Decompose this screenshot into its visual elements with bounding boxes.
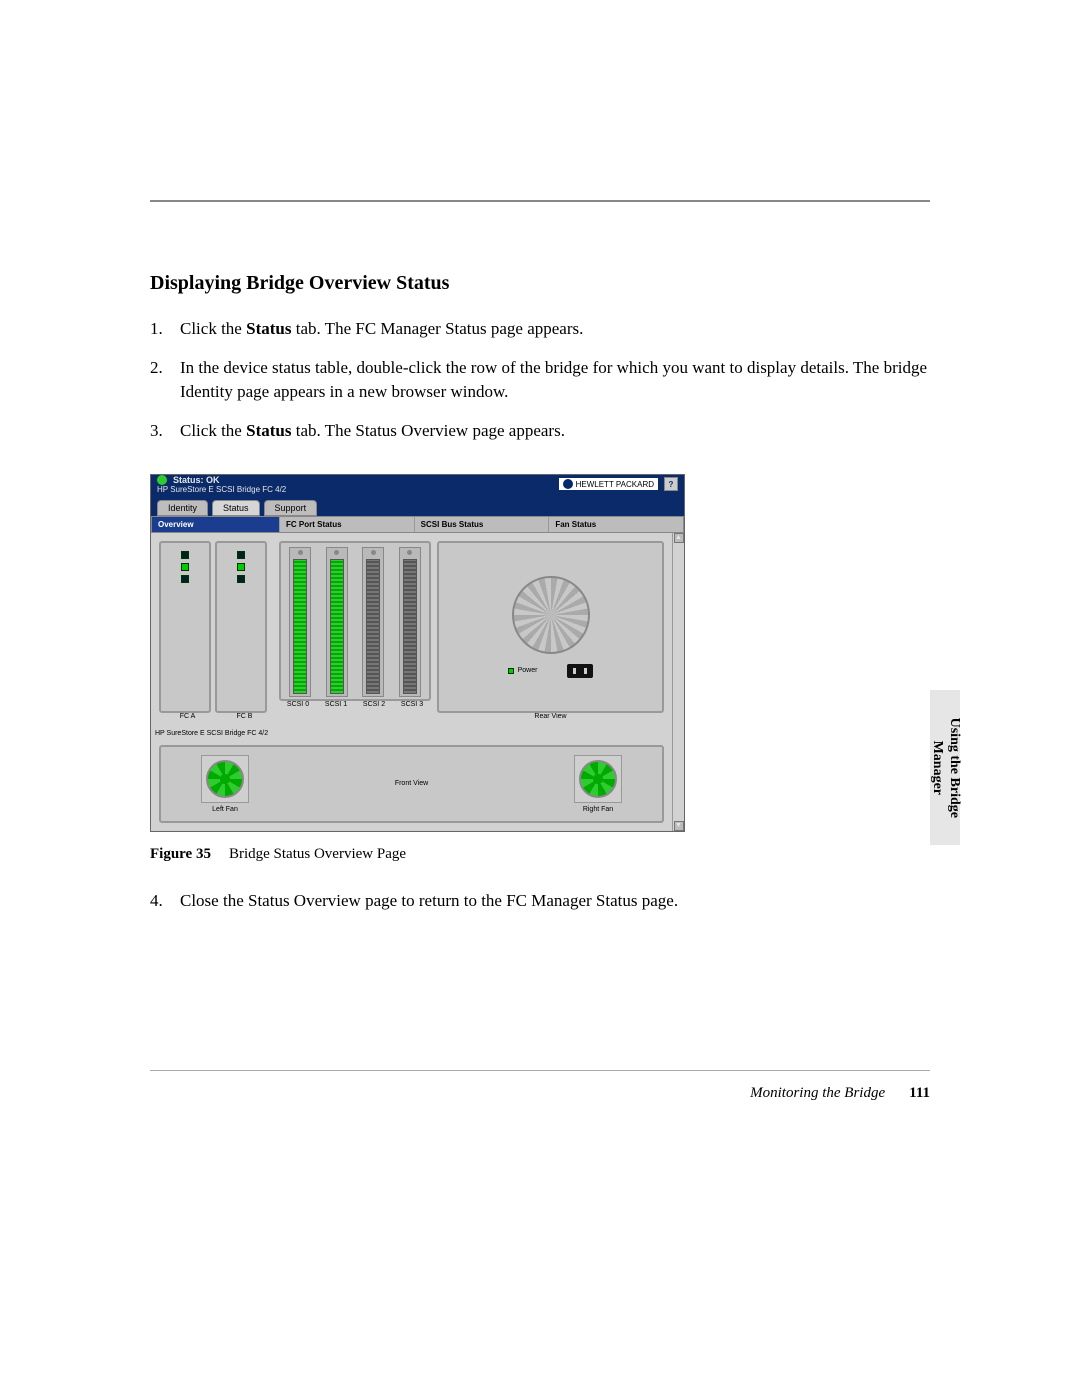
step-1-text-c: tab. The FC Manager Status page appears. <box>291 319 583 338</box>
fc-b-label: FC B <box>216 713 273 720</box>
scsi-slot-0[interactable] <box>289 547 311 697</box>
fc-module-b[interactable] <box>215 541 267 713</box>
led-icon <box>237 575 245 583</box>
scsi-1-label: SCSI 1 <box>317 701 355 708</box>
step-list: Click the Status tab. The FC Manager Sta… <box>150 317 930 444</box>
led-icon <box>181 551 189 559</box>
front-view-label: Front View <box>395 780 428 787</box>
scsi-2-label: SCSI 2 <box>355 701 393 708</box>
figure-caption-text: Bridge Status Overview Page <box>229 846 406 862</box>
led-icon <box>181 575 189 583</box>
col-overview[interactable]: Overview <box>152 517 280 532</box>
scroll-up-icon[interactable]: ▲ <box>674 533 684 543</box>
status-ok-icon <box>157 475 167 485</box>
step-1-text-a: Click the <box>180 319 246 338</box>
figure-caption: Figure 35 Bridge Status Overview Page <box>150 846 930 863</box>
power-plug-icon <box>567 664 593 678</box>
rear-view-label: Rear View <box>437 713 664 720</box>
right-fan-label: Right Fan <box>583 806 613 813</box>
scsi-group <box>279 541 431 701</box>
rear-fan-icon <box>512 576 590 654</box>
side-tab: Using the Bridge Manager <box>930 690 960 845</box>
power-led-icon <box>508 668 514 674</box>
led-icon <box>181 563 189 571</box>
device-caption: HP SureStore E SCSI Bridge FC 4/2 <box>151 728 672 739</box>
scsi-3-label: SCSI 3 <box>393 701 431 708</box>
tab-support[interactable]: Support <box>264 500 318 516</box>
step-list-continued: Close the Status Overview page to return… <box>150 889 930 914</box>
col-scsi-bus[interactable]: SCSI Bus Status <box>415 517 550 532</box>
step-1: Click the Status tab. The FC Manager Sta… <box>150 317 930 342</box>
step-4: Close the Status Overview page to return… <box>150 889 930 914</box>
col-fc-port[interactable]: FC Port Status <box>280 517 415 532</box>
screenshot: Status: OK HP SureStore E SCSI Bridge FC… <box>150 474 685 832</box>
product-name: HP SureStore E SCSI Bridge FC 4/2 <box>157 485 286 494</box>
hp-logo: HEWLETT PACKARD <box>559 478 658 490</box>
section-heading: Displaying Bridge Overview Status <box>150 272 930 295</box>
step-3-bold: Status <box>246 421 291 440</box>
step-3-text-a: Click the <box>180 421 246 440</box>
status-label: Status: OK <box>173 475 220 485</box>
figure-35: Status: OK HP SureStore E SCSI Bridge FC… <box>150 474 930 863</box>
scroll-down-icon[interactable]: ▼ <box>674 821 684 831</box>
footer-page-number: 111 <box>909 1085 930 1102</box>
side-tab-line1: Using the Bridge <box>945 717 962 817</box>
scsi-slot-3[interactable] <box>399 547 421 697</box>
bottom-rule <box>150 1070 930 1071</box>
step-1-bold: Status <box>246 319 291 338</box>
left-fan-icon[interactable] <box>206 760 244 798</box>
power-label: Power <box>518 667 538 674</box>
led-icon <box>237 563 245 571</box>
tab-row: Identity Status Support <box>151 498 684 516</box>
right-fan-icon[interactable] <box>579 760 617 798</box>
column-headers: Overview FC Port Status SCSI Bus Status … <box>151 516 684 533</box>
top-rule <box>150 200 930 202</box>
fc-a-label: FC A <box>159 713 216 720</box>
scsi-0-label: SCSI 0 <box>279 701 317 708</box>
scrollbar[interactable]: ▲ ▼ <box>672 533 684 831</box>
figure-label: Figure 35 <box>150 846 211 862</box>
step-3-text-c: tab. The Status Overview page appears. <box>291 421 565 440</box>
step-3: Click the Status tab. The Status Overvie… <box>150 419 930 444</box>
scsi-slot-2[interactable] <box>362 547 384 697</box>
step-2: In the device status table, double-click… <box>150 356 930 405</box>
footer-section: Monitoring the Bridge <box>750 1085 885 1102</box>
hp-logo-text: HEWLETT PACKARD <box>576 480 654 489</box>
help-icon[interactable]: ? <box>664 477 678 491</box>
page-footer: Monitoring the Bridge 111 <box>750 1085 930 1102</box>
scsi-slot-1[interactable] <box>326 547 348 697</box>
fc-module-a[interactable] <box>159 541 211 713</box>
front-panel: Left Fan Front View Right Fan <box>159 745 664 823</box>
tab-identity[interactable]: Identity <box>157 500 208 516</box>
rear-panel: Power <box>437 541 664 713</box>
left-fan-label: Left Fan <box>212 806 238 813</box>
side-tab-line2: Manager <box>928 717 945 817</box>
col-fan-status[interactable]: Fan Status <box>549 517 683 532</box>
led-icon <box>237 551 245 559</box>
hp-logo-icon <box>563 479 573 489</box>
tab-status[interactable]: Status <box>212 500 260 516</box>
